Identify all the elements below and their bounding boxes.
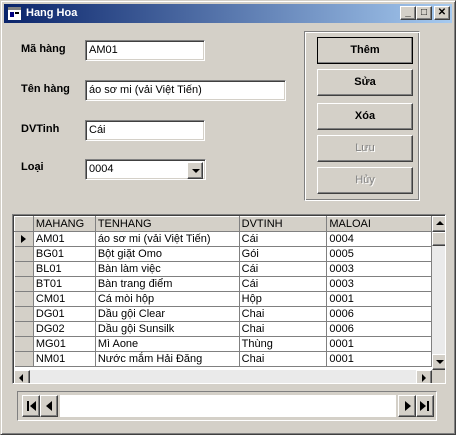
table-cell[interactable]: 0004 xyxy=(326,231,432,247)
table-cell[interactable]: 0001 xyxy=(326,291,432,307)
row-selector[interactable] xyxy=(14,276,34,292)
table-cell[interactable]: DG02 xyxy=(33,321,96,337)
scroll-up-icon[interactable] xyxy=(432,216,445,232)
scrollbar-corner xyxy=(432,370,445,383)
table-row[interactable]: CM01 Cá mòi hộp Hộp 0001 xyxy=(14,291,432,307)
horizontal-scrollbar[interactable] xyxy=(14,370,432,383)
row-selector[interactable] xyxy=(14,291,34,307)
table-cell[interactable]: Chai xyxy=(239,321,328,337)
dvt-input[interactable]: Cái xyxy=(85,120,205,141)
minimize-button[interactable]: _ xyxy=(400,6,416,20)
table-row[interactable]: BT01 Bàn trang điểm Cái 0003 xyxy=(14,276,432,292)
first-record-icon[interactable] xyxy=(22,395,40,417)
table-cell[interactable]: Dầu gội Clear xyxy=(95,306,240,322)
record-navigator xyxy=(17,391,437,421)
row-selector[interactable] xyxy=(14,321,34,337)
table-cell[interactable]: Bàn trang điểm xyxy=(95,276,240,292)
table-row[interactable]: AM01 áo sơ mi (vải Việt Tiến) Cái 0004 xyxy=(14,231,432,247)
table-cell[interactable]: Cái xyxy=(239,231,328,247)
huy-button[interactable]: Hủy xyxy=(317,167,413,194)
table-cell[interactable]: DG01 xyxy=(33,306,96,322)
table-row[interactable]: DG02 Dầu gội Sunsilk Chai 0006 xyxy=(14,321,432,337)
table-cell[interactable]: 0001 xyxy=(326,336,432,352)
table-cell[interactable]: áo sơ mi (vải Việt Tiến) xyxy=(95,231,240,247)
next-record-icon[interactable] xyxy=(398,395,416,417)
table-cell[interactable]: 0005 xyxy=(326,246,432,262)
table-row[interactable]: BL01 Bàn làm việc Cái 0003 xyxy=(14,261,432,277)
table-cell[interactable]: Cái xyxy=(239,276,328,292)
table-cell[interactable]: BL01 xyxy=(33,261,96,277)
scroll-right-icon[interactable] xyxy=(416,370,432,383)
row-selector[interactable] xyxy=(14,351,34,367)
row-selector[interactable] xyxy=(14,246,34,262)
table-cell[interactable]: Chai xyxy=(239,351,328,367)
label-ten-hang: Tên hàng xyxy=(21,83,70,95)
label-dvt: DVTinh xyxy=(21,123,60,135)
row-selector[interactable] xyxy=(14,231,34,247)
table-cell[interactable]: Bàn làm việc xyxy=(95,261,240,277)
grid-column-header[interactable]: MALOAI xyxy=(326,216,432,232)
table-cell[interactable]: 0003 xyxy=(326,276,432,292)
grid-header-row: MAHANG TENHANG DVTINH MALOAI xyxy=(14,216,432,232)
navigator-caption-area xyxy=(60,395,396,417)
row-selector[interactable] xyxy=(14,306,34,322)
table-cell[interactable]: Nước mắm Hải Đăng xyxy=(95,351,240,367)
maximize-button[interactable]: □ xyxy=(416,6,432,20)
table-cell[interactable]: Hộp xyxy=(239,291,328,307)
xoa-button[interactable]: Xóa xyxy=(317,103,413,130)
table-cell[interactable]: Cá mòi hộp xyxy=(95,291,240,307)
table-cell[interactable]: NM01 xyxy=(33,351,96,367)
sua-button[interactable]: Sửa xyxy=(317,69,413,96)
table-cell[interactable]: Cái xyxy=(239,261,328,277)
vertical-scrollbar[interactable] xyxy=(432,216,445,370)
label-loai: Loại xyxy=(21,161,44,173)
close-button[interactable]: ✕ xyxy=(434,6,450,20)
table-cell[interactable]: 0001 xyxy=(326,351,432,367)
luu-button[interactable]: Lưu xyxy=(317,135,413,162)
chevron-down-icon[interactable] xyxy=(187,162,203,179)
table-cell[interactable]: BT01 xyxy=(33,276,96,292)
scroll-down-icon[interactable] xyxy=(432,354,445,370)
ma-hang-input[interactable]: AM01 xyxy=(85,40,205,61)
scroll-left-icon[interactable] xyxy=(14,370,30,383)
table-row[interactable]: BG01 Bột giặt Omo Gói 0005 xyxy=(14,246,432,262)
grid-column-header[interactable]: DVTINH xyxy=(238,216,328,232)
table-cell[interactable]: Chai xyxy=(239,306,328,322)
row-selector[interactable] xyxy=(14,261,34,277)
grid-column-header[interactable]: TENHANG xyxy=(94,216,240,232)
current-row-pointer-icon xyxy=(20,235,26,243)
table-row[interactable]: MG01 Mì Aone Thùng 0001 xyxy=(14,336,432,352)
table-cell[interactable]: Mì Aone xyxy=(95,336,240,352)
table-cell[interactable]: BG01 xyxy=(33,246,96,262)
vertical-scroll-thumb[interactable] xyxy=(432,232,445,246)
table-cell[interactable]: 0006 xyxy=(326,321,432,337)
table-cell[interactable]: MG01 xyxy=(33,336,96,352)
loai-selected-value: 0004 xyxy=(89,163,114,175)
table-cell[interactable]: Gói xyxy=(239,246,328,262)
grid-corner-cell[interactable] xyxy=(14,216,34,232)
last-record-icon[interactable] xyxy=(416,395,434,417)
previous-record-icon[interactable] xyxy=(40,395,58,417)
table-cell[interactable]: 0003 xyxy=(326,261,432,277)
title-bar[interactable]: Hang Hoa _ □ ✕ xyxy=(4,4,452,23)
label-ma-hang: Mã hàng xyxy=(21,43,66,55)
table-cell[interactable]: AM01 xyxy=(33,231,96,247)
app-window: Hang Hoa _ □ ✕ Mã hàng AM01 Tên hàng áo … xyxy=(0,0,456,435)
grid-column-header[interactable]: MAHANG xyxy=(32,216,96,232)
loai-select[interactable]: 0004 xyxy=(85,159,206,180)
window-title: Hang Hoa xyxy=(26,7,78,19)
table-row[interactable]: DG01 Dầu gội Clear Chai 0006 xyxy=(14,306,432,322)
app-icon xyxy=(8,7,21,20)
table-row[interactable]: NM01 Nước mắm Hải Đăng Chai 0001 xyxy=(14,351,432,367)
data-grid[interactable]: MAHANG TENHANG DVTINH MALOAI AM01 áo sơ … xyxy=(12,214,446,384)
ten-hang-input[interactable]: áo sơ mi (vải Việt Tiến) xyxy=(85,80,286,101)
row-selector[interactable] xyxy=(14,336,34,352)
table-cell[interactable]: Thùng xyxy=(239,336,328,352)
table-cell[interactable]: Bột giặt Omo xyxy=(95,246,240,262)
grid-table: MAHANG TENHANG DVTINH MALOAI AM01 áo sơ … xyxy=(14,216,432,367)
table-cell[interactable]: CM01 xyxy=(33,291,96,307)
table-cell[interactable]: 0006 xyxy=(326,306,432,322)
table-cell[interactable]: Dầu gội Sunsilk xyxy=(95,321,240,337)
them-button[interactable]: Thêm xyxy=(317,37,413,64)
